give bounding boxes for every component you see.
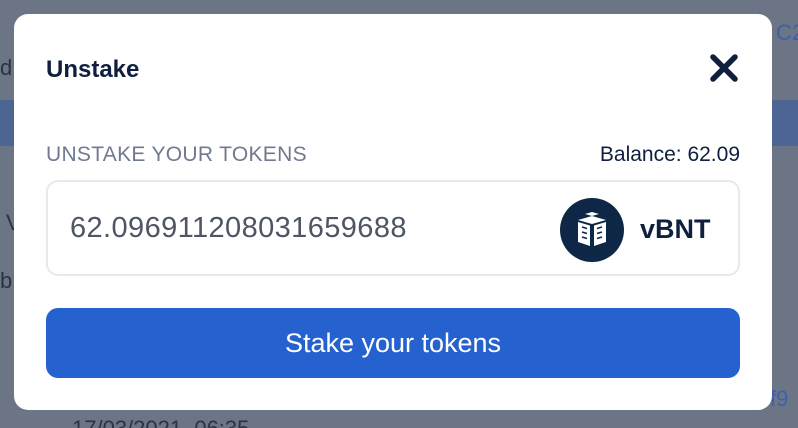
bancor-token-icon — [578, 212, 606, 246]
token-logo — [560, 198, 624, 262]
background-text: C2 — [776, 20, 798, 45]
stake-tokens-button[interactable]: Stake your tokens — [46, 308, 740, 378]
balance-text[interactable]: Balance: 62.09 — [600, 143, 740, 167]
unstake-modal: Unstake UNSTAKE YOUR TOKENS Balance: 62.… — [14, 14, 772, 410]
amount-input-container: vBNT — [46, 180, 740, 276]
background-text: f9 — [770, 386, 789, 411]
unstake-section-label: UNSTAKE YOUR TOKENS — [46, 143, 307, 166]
amount-input[interactable] — [70, 208, 540, 248]
background-text: b — [0, 268, 13, 293]
token-symbol: vBNT — [640, 214, 711, 244]
close-icon — [710, 54, 738, 82]
background-text: 17/03/2021, 06:35 — [72, 416, 249, 428]
close-button[interactable] — [706, 50, 742, 86]
background-text: d — [0, 55, 13, 80]
modal-title: Unstake — [46, 56, 140, 83]
